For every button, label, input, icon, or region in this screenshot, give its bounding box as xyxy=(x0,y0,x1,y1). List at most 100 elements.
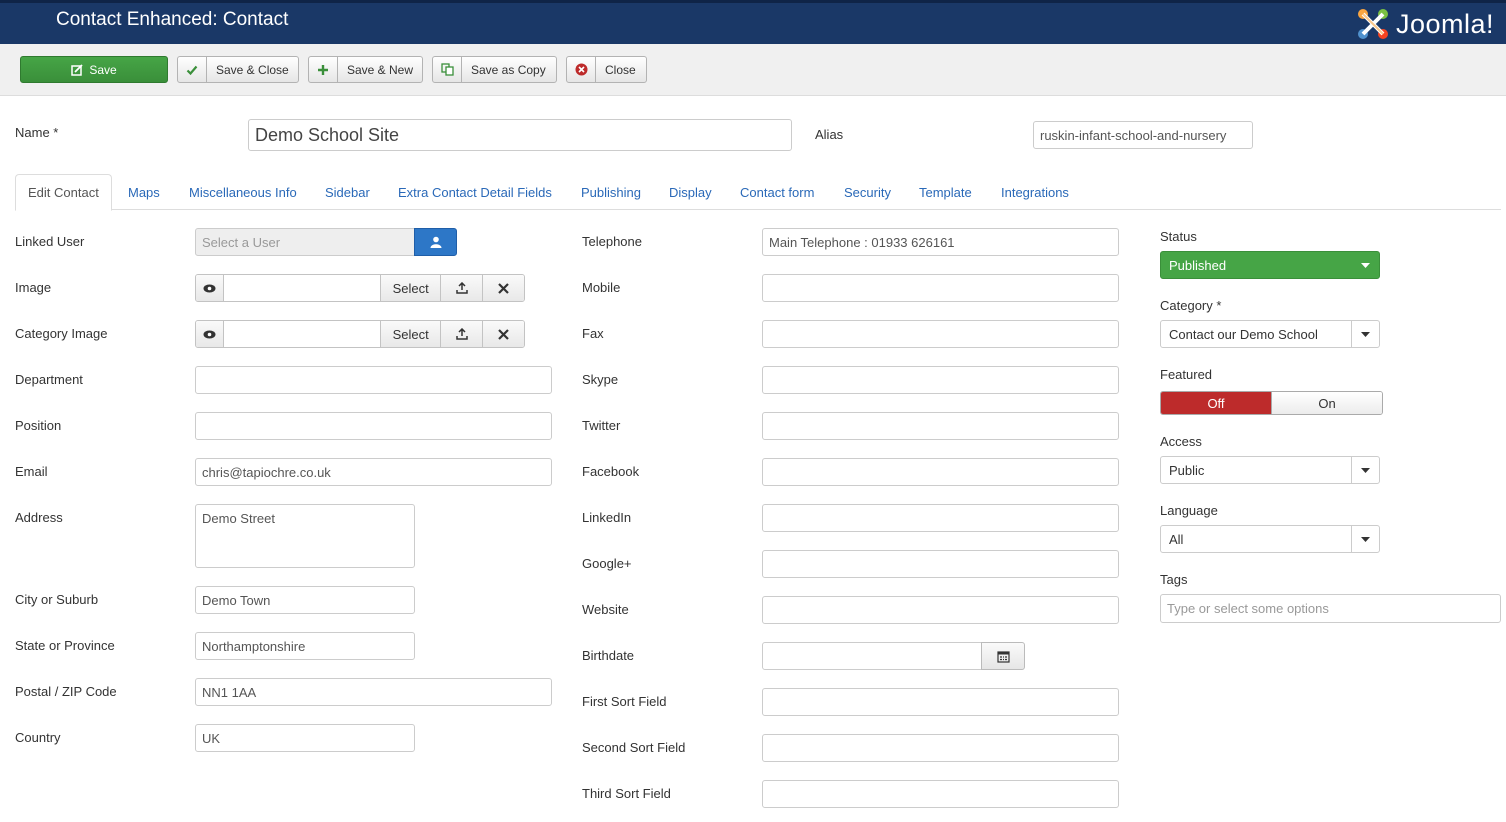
upload-icon[interactable] xyxy=(441,321,484,347)
tab-publishing[interactable]: Publishing xyxy=(581,174,641,210)
category-image-field-group: Select xyxy=(195,320,525,348)
calendar-icon xyxy=(996,650,1010,663)
plus-icon xyxy=(309,57,338,82)
name-label: Name * xyxy=(15,125,59,140)
tags-input[interactable]: Type or select some options xyxy=(1160,594,1501,623)
telephone-input[interactable]: Main Telephone : 01933 626161 xyxy=(762,228,1119,256)
linked-user-input[interactable]: Select a User xyxy=(195,228,415,256)
country-label: Country xyxy=(15,730,61,745)
fax-input[interactable] xyxy=(762,320,1119,348)
twitter-input[interactable] xyxy=(762,412,1119,440)
linkedin-input[interactable] xyxy=(762,504,1119,532)
close-button[interactable]: Close xyxy=(566,56,647,83)
status-select[interactable]: Published xyxy=(1160,251,1380,279)
department-input[interactable] xyxy=(195,366,552,394)
tab-template[interactable]: Template xyxy=(919,174,972,210)
category-select[interactable]: Contact our Demo School xyxy=(1160,320,1380,348)
facebook-input[interactable] xyxy=(762,458,1119,486)
tab-extra-contact-detail-fields[interactable]: Extra Contact Detail Fields xyxy=(398,174,552,210)
category-value: Contact our Demo School xyxy=(1169,326,1318,342)
address-textarea[interactable]: Demo Street xyxy=(195,504,415,568)
save-copy-label: Save as Copy xyxy=(471,62,546,77)
calendar-button[interactable] xyxy=(981,642,1025,670)
birthdate-label: Birthdate xyxy=(582,648,635,663)
status-label: Status xyxy=(1160,229,1197,244)
second-sort-label: Second Sort Field xyxy=(582,740,686,755)
status-value: Published xyxy=(1169,257,1227,273)
eye-icon[interactable] xyxy=(196,275,224,301)
category-image-select-button[interactable]: Select xyxy=(380,321,442,347)
save-copy-button[interactable]: Save as Copy xyxy=(432,56,557,83)
skype-input[interactable] xyxy=(762,366,1119,394)
tab-maps[interactable]: Maps xyxy=(128,174,160,210)
toolbar: Save Save & Close Save & New Save as Cop… xyxy=(0,44,1506,96)
save-close-button[interactable]: Save & Close xyxy=(177,56,299,83)
clear-icon[interactable] xyxy=(483,275,524,301)
state-input[interactable]: Northamptonshire xyxy=(195,632,415,660)
google-plus-label: Google+ xyxy=(582,556,632,571)
clear-icon[interactable] xyxy=(483,321,524,347)
close-label: Close xyxy=(605,62,636,77)
tags-label: Tags xyxy=(1160,572,1188,587)
featured-off-button[interactable]: Off xyxy=(1161,392,1271,414)
language-value: All xyxy=(1169,531,1184,547)
postal-label: Postal / ZIP Code xyxy=(15,684,117,699)
position-input[interactable] xyxy=(195,412,552,440)
language-select[interactable]: All xyxy=(1160,525,1380,553)
copy-icon xyxy=(433,57,462,82)
featured-on-button[interactable]: On xyxy=(1271,392,1382,414)
language-label: Language xyxy=(1160,503,1218,518)
eye-icon[interactable] xyxy=(196,321,224,347)
category-image-path-input[interactable] xyxy=(224,321,381,347)
save-new-label: Save & New xyxy=(346,62,414,77)
image-label: Image xyxy=(15,280,52,295)
page-title: Contact Enhanced: Contact xyxy=(56,9,289,30)
google-plus-input[interactable] xyxy=(762,550,1119,578)
upload-icon[interactable] xyxy=(441,275,484,301)
linkedin-label: LinkedIn xyxy=(582,510,632,525)
fax-label: Fax xyxy=(582,326,604,341)
linked-user-label: Linked User xyxy=(15,234,85,249)
third-sort-input[interactable] xyxy=(762,780,1119,808)
position-label: Position xyxy=(15,418,62,433)
website-input[interactable] xyxy=(762,596,1119,624)
joomla-logo-text: Joomla! xyxy=(1395,8,1494,39)
tab-integrations[interactable]: Integrations xyxy=(1001,174,1069,210)
caret-down-icon xyxy=(1351,457,1379,483)
first-sort-label: First Sort Field xyxy=(582,694,667,709)
save-button[interactable]: Save xyxy=(20,56,168,83)
country-input[interactable]: UK xyxy=(195,724,415,752)
alias-input[interactable]: ruskin-infant-school-and-nursery xyxy=(1033,121,1253,149)
access-select[interactable]: Public xyxy=(1160,456,1380,484)
email-input[interactable]: chris@tapiochre.co.uk xyxy=(195,458,552,486)
save-new-button[interactable]: Save & New xyxy=(308,56,423,83)
select-user-button[interactable] xyxy=(414,228,457,256)
first-sort-input[interactable] xyxy=(762,688,1119,716)
tab-security[interactable]: Security xyxy=(844,174,891,210)
edit-icon xyxy=(71,63,83,76)
tab-contact-form[interactable]: Contact form xyxy=(740,174,814,210)
user-icon xyxy=(430,236,441,248)
city-label: City or Suburb xyxy=(15,592,99,607)
joomla-logo-icon xyxy=(1357,9,1388,39)
tab-sidebar[interactable]: Sidebar xyxy=(325,174,370,210)
joomla-logo: Joomla! xyxy=(1354,5,1494,43)
image-select-button[interactable]: Select xyxy=(380,275,442,301)
postal-input[interactable]: NN1 1AA xyxy=(195,678,552,706)
category-image-label: Category Image xyxy=(15,326,108,341)
second-sort-input[interactable] xyxy=(762,734,1119,762)
birthdate-input[interactable] xyxy=(762,642,982,670)
access-label: Access xyxy=(1160,434,1202,449)
app-header: Contact Enhanced: Contact Joomla! xyxy=(0,0,1506,44)
mobile-input[interactable] xyxy=(762,274,1119,302)
city-input[interactable]: Demo Town xyxy=(195,586,415,614)
facebook-label: Facebook xyxy=(582,464,640,479)
tab-display[interactable]: Display xyxy=(669,174,712,210)
tab-edit-contact[interactable]: Edit Contact xyxy=(15,174,112,211)
image-path-input[interactable] xyxy=(224,275,381,301)
tab-miscellaneous-info[interactable]: Miscellaneous Info xyxy=(189,174,297,210)
name-input[interactable]: Demo School Site xyxy=(248,119,792,151)
website-label: Website xyxy=(582,602,629,617)
state-label: State or Province xyxy=(15,638,115,653)
check-icon xyxy=(178,57,207,82)
